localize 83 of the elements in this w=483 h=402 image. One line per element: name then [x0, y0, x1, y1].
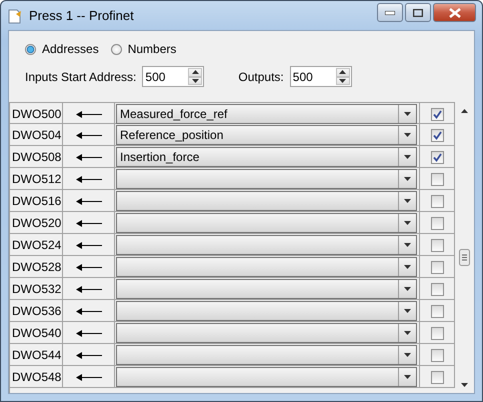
dropdown-arrow-icon	[404, 177, 411, 181]
checkbox[interactable]	[430, 194, 444, 208]
signal-dropdown[interactable]: Measured_force_ref	[116, 104, 417, 124]
check-icon	[432, 130, 442, 140]
dropdown-arrow-icon	[404, 287, 411, 291]
signal-dropdown[interactable]	[116, 191, 417, 211]
checkbox[interactable]	[430, 238, 444, 252]
left-arrow-icon	[76, 176, 102, 182]
checkbox[interactable]	[430, 150, 444, 164]
address-cell: DWO524	[10, 234, 63, 256]
close-icon	[448, 8, 460, 18]
dropdown-arrow-icon	[404, 155, 411, 159]
address-cell: DWO528	[10, 256, 63, 278]
left-arrow-icon	[76, 308, 102, 314]
address-cell: DWO536	[10, 300, 63, 322]
scroll-thumb[interactable]	[459, 249, 470, 266]
dropdown-arrow-icon	[404, 265, 411, 269]
checkbox[interactable]	[430, 304, 444, 318]
left-arrow-icon	[76, 110, 102, 118]
radio-option[interactable]: Numbers	[110, 42, 176, 56]
address-cell: DWO540	[10, 322, 63, 344]
checkbox[interactable]	[430, 282, 444, 296]
left-arrow-icon	[76, 220, 102, 226]
left-arrow-icon	[76, 264, 102, 270]
signal-dropdown[interactable]	[116, 235, 417, 255]
field-label: Inputs Start Address:	[25, 70, 136, 84]
checkbox[interactable]	[430, 128, 444, 142]
field-label: Outputs:	[238, 70, 284, 84]
address-cell: DWO532	[10, 278, 63, 300]
left-arrow-icon	[76, 286, 102, 292]
address-cell: DWO520	[10, 212, 63, 234]
left-arrow-icon	[76, 242, 102, 248]
minimize-button[interactable]	[377, 3, 403, 22]
signal-dropdown[interactable]	[116, 345, 417, 365]
signal-dropdown[interactable]: Insertion_force	[116, 147, 417, 167]
address-cell: DWO516	[10, 190, 63, 212]
left-arrow-icon	[76, 154, 102, 160]
signal-dropdown[interactable]	[116, 279, 417, 299]
up-arrow-icon	[461, 108, 468, 112]
signal-dropdown[interactable]: Reference_position	[116, 125, 417, 145]
dropdown-arrow-icon	[404, 375, 411, 379]
document-icon	[7, 8, 23, 24]
signal-dropdown[interactable]	[116, 367, 417, 387]
down-arrow-icon	[461, 382, 468, 386]
address-cell: DWO544	[10, 344, 63, 366]
dropdown-arrow-icon	[404, 309, 411, 313]
signal-dropdown[interactable]	[116, 323, 417, 343]
checkbox[interactable]	[430, 370, 444, 384]
dropdown-arrow-icon	[404, 221, 411, 225]
address-cell: DWO548	[10, 366, 63, 388]
check-icon	[432, 110, 442, 118]
left-arrow-icon	[76, 352, 102, 358]
signal-dropdown[interactable]	[116, 301, 417, 321]
left-arrow-icon	[76, 374, 102, 380]
left-arrow-icon	[76, 132, 102, 138]
signal-dropdown[interactable]	[116, 213, 417, 233]
address-cell: DWO508	[10, 146, 63, 168]
checkbox[interactable]	[430, 108, 444, 120]
close-button[interactable]	[433, 3, 476, 22]
left-arrow-icon	[76, 198, 102, 204]
dropdown-arrow-icon	[404, 353, 411, 357]
dropdown-arrow-icon	[404, 112, 411, 116]
dropdown-arrow-icon	[404, 331, 411, 335]
check-icon	[432, 152, 442, 162]
window-title: Press 1 -- Profinet	[29, 8, 135, 23]
address-cell: DWO512	[10, 168, 63, 190]
signal-dropdown[interactable]	[116, 257, 417, 277]
address-cell: DWO504	[10, 124, 63, 146]
maximize-button[interactable]	[405, 3, 431, 22]
dropdown-arrow-icon	[404, 243, 411, 247]
address-cell: DWO500	[10, 103, 63, 125]
checkbox[interactable]	[430, 326, 444, 340]
radio-option[interactable]: Addresses	[25, 42, 99, 56]
minimize-icon	[385, 10, 395, 14]
signal-dropdown[interactable]	[116, 169, 417, 189]
checkbox[interactable]	[430, 172, 444, 186]
left-arrow-icon	[76, 330, 102, 336]
checkbox[interactable]	[430, 216, 444, 230]
dropdown-arrow-icon	[404, 133, 411, 137]
dropdown-arrow-icon	[404, 199, 411, 203]
checkbox[interactable]	[430, 348, 444, 362]
maximize-icon	[413, 8, 423, 16]
checkbox[interactable]	[430, 260, 444, 274]
